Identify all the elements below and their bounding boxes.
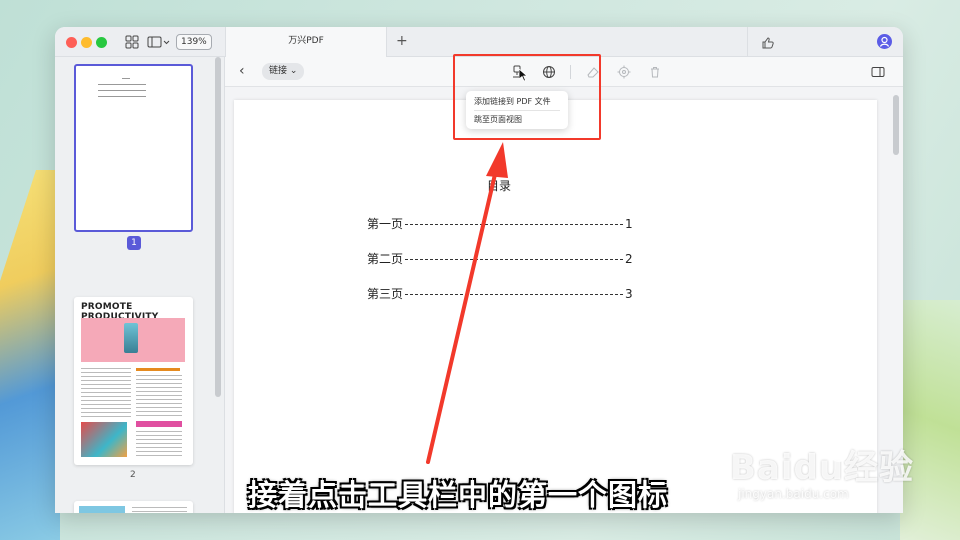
toc-entry-label: 第二页 <box>367 252 404 266</box>
toc-title: 目录 <box>487 179 512 193</box>
titlebar-divider <box>747 27 748 57</box>
thumbnail-photo <box>81 422 127 457</box>
page-number-badge: 1 <box>127 236 141 250</box>
thumb-line <box>98 90 146 91</box>
zoom-window-button[interactable] <box>96 37 107 48</box>
desktop-decoration-right <box>900 300 960 540</box>
watermark: Baidu经验 jingyan.baidu.com <box>730 434 914 501</box>
tutorial-caption: 接着点击工具栏中的第一个图标 <box>248 478 669 512</box>
thumb-line <box>122 78 130 79</box>
trash-icon[interactable] <box>648 65 662 79</box>
target-icon[interactable] <box>617 65 631 79</box>
titlebar: 139% 万兴PDF + <box>55 27 903 57</box>
back-button[interactable]: ‹ <box>239 62 245 80</box>
thumbnail-sidebar: 1 PROMOTE PRODUCTIVITY 2 <box>55 57 225 513</box>
toc-entry-label: 第一页 <box>367 217 404 231</box>
toc-leader <box>405 294 624 295</box>
grid-view-icon[interactable] <box>125 35 139 49</box>
sidebar-toggle-icon[interactable] <box>147 35 171 49</box>
desktop-decoration-left <box>0 170 60 540</box>
toc-entry[interactable]: 第三页 3 <box>367 285 633 302</box>
thumbnail-heading-orange <box>136 368 180 371</box>
toc-entry[interactable]: 第一页 1 <box>367 215 633 232</box>
link-mode-select[interactable]: 链接 ⌄ <box>262 63 305 80</box>
toc-leader <box>405 259 624 260</box>
thumbnail-text <box>81 368 131 418</box>
watermark-url: jingyan.baidu.com <box>738 487 849 501</box>
zoom-select[interactable]: 139% <box>176 34 212 50</box>
sidebar-scrollbar[interactable] <box>215 57 221 397</box>
thumbnail-cocktail-image <box>124 323 138 353</box>
page-number-label: 2 <box>130 470 136 480</box>
tab-title: 万兴PDF <box>288 36 324 46</box>
thumbnail-text <box>136 431 182 459</box>
thumbnail-text <box>136 375 182 417</box>
thumbnail-photo <box>79 506 125 513</box>
toc-entry-page: 3 <box>625 287 633 301</box>
toc-leader <box>405 224 624 225</box>
thumbnail-heading-pink <box>136 421 182 427</box>
thumbnail-text <box>132 507 187 513</box>
toc-entry-label: 第三页 <box>367 287 404 301</box>
page-thumbnail-2[interactable]: PROMOTE PRODUCTIVITY <box>74 297 193 465</box>
tab-document[interactable]: 万兴PDF <box>225 27 387 57</box>
panel-toggle-icon[interactable] <box>871 65 885 79</box>
toc-entry-page: 2 <box>625 252 633 266</box>
document-scrollbar[interactable] <box>893 95 899 155</box>
toc-entry-page: 1 <box>625 217 633 231</box>
toc-entry[interactable]: 第二页 2 <box>367 250 633 267</box>
minimize-window-button[interactable] <box>81 37 92 48</box>
annotation-highlight-box <box>453 54 601 140</box>
page-thumbnail-3[interactable] <box>74 501 193 513</box>
paw-logo-icon <box>827 434 851 462</box>
thumb-line <box>98 96 146 97</box>
user-avatar[interactable] <box>877 34 892 49</box>
page-thumbnail-1[interactable] <box>74 64 193 232</box>
add-tab-button[interactable]: + <box>396 33 408 49</box>
close-window-button[interactable] <box>66 37 77 48</box>
thumbs-up-icon[interactable] <box>761 35 775 49</box>
thumb-line <box>98 84 146 85</box>
